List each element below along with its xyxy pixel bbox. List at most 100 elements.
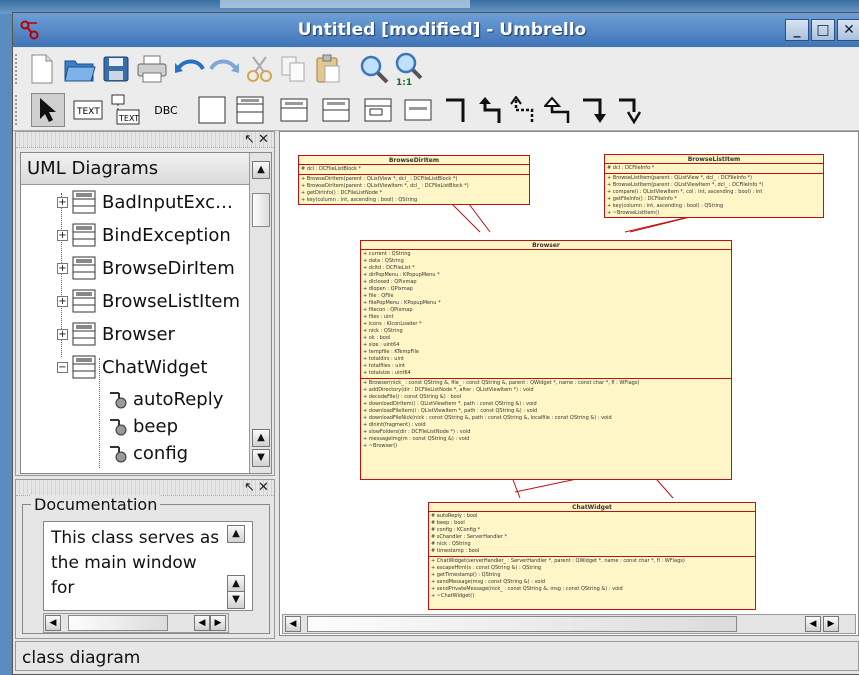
save-icon[interactable] (99, 52, 133, 86)
scroll-left-button[interactable]: ◀ (285, 616, 301, 632)
toolbar-handle[interactable] (15, 95, 21, 125)
documentation-legend: Documentation (31, 495, 161, 514)
tree-item-browser[interactable]: + Browser (57, 319, 175, 349)
text-tool-icon[interactable]: TEXT (71, 93, 105, 127)
canvas-horizontal-scrollbar[interactable]: ◀ ◀ ▶ (282, 614, 856, 634)
title-bar[interactable]: Untitled [modified] - Umbrello _ □ ✕ (13, 13, 859, 47)
print-icon[interactable] (135, 52, 169, 86)
scroll-left-button[interactable]: ◀ (45, 615, 61, 631)
scroll-thumb[interactable] (68, 615, 168, 631)
select-arrow-icon[interactable] (31, 93, 65, 127)
tree-item-label: BrowseListItem (102, 290, 240, 312)
close-button[interactable]: ✕ (837, 19, 859, 41)
diagram-canvas[interactable]: BrowseDirItem # dcl : DCFileListBlock * … (279, 131, 859, 636)
paste-icon[interactable] (311, 52, 345, 86)
uml-tree[interactable]: UML Diagrams + BadInputExc… + BindExcept… (20, 152, 272, 474)
tree-item-label: Browser (102, 323, 175, 345)
documentation-textarea[interactable]: This class serves as the main window for (43, 521, 253, 611)
uml-operations: + ChatWidget(serverHandler_ : ServerHand… (431, 558, 685, 599)
umbrello-window: Untitled [modified] - Umbrello _ □ ✕ 1:1… (12, 12, 859, 675)
scroll-right-button[interactable]: ▶ (823, 616, 839, 632)
panel-close-icon[interactable]: ✕ (258, 480, 269, 496)
datatype-tool-icon[interactable] (319, 93, 353, 127)
doc-horizontal-scrollbar[interactable]: ◀ ◀ ▶ (43, 613, 229, 633)
toolbar-handle[interactable] (15, 54, 21, 84)
tree-item-badinputexception[interactable]: + BadInputExc… (57, 187, 233, 217)
expand-icon[interactable]: + (57, 196, 68, 208)
redo-icon[interactable] (207, 52, 241, 86)
undock-icon[interactable]: ↖ (244, 480, 255, 496)
scroll-left-button[interactable]: ◀ (194, 615, 210, 631)
expand-icon[interactable]: + (57, 262, 68, 274)
new-icon[interactable] (25, 52, 59, 86)
uml-class-browser[interactable]: Browser + current : QString + data : QSt… (360, 240, 732, 480)
svg-text:1:1: 1:1 (396, 78, 412, 86)
scroll-down-button[interactable]: ▼ (227, 591, 245, 609)
tree-item-bindexception[interactable]: + BindException (57, 220, 231, 250)
expand-icon[interactable]: + (57, 229, 68, 241)
enum-tool-icon[interactable] (361, 93, 395, 127)
tree-item-label: ChatWidget (102, 356, 208, 378)
generalization-tool-icon[interactable] (541, 93, 575, 127)
tree-item-label: autoReply (133, 388, 224, 410)
zoom-in-icon[interactable] (357, 52, 391, 86)
tree-item-beep[interactable]: beep (107, 411, 178, 441)
scroll-up-button[interactable]: ▲ (252, 161, 270, 179)
class-tool-icon[interactable] (233, 93, 267, 127)
undock-icon[interactable]: ↖ (244, 132, 255, 148)
expand-icon[interactable]: + (57, 295, 68, 307)
tree-item-autoreply[interactable]: autoReply (107, 384, 223, 414)
scroll-up-button[interactable]: ▲ (252, 429, 270, 447)
tree-item-browsediritem[interactable]: + BrowseDirItem (57, 253, 235, 283)
association-tool-icon[interactable] (439, 93, 473, 127)
tree-item-browselistitem[interactable]: + BrowseListItem (57, 286, 240, 316)
tree-item-chatwidget[interactable]: − ChatWidget (57, 352, 207, 382)
uml-class-browselistitem[interactable]: BrowseListItem # dcl : DCFileInfo * + Br… (604, 154, 824, 218)
scroll-right-button[interactable]: ▶ (210, 615, 226, 631)
uml-class-browsediritem[interactable]: BrowseDirItem # dcl : DCFileListBlock * … (298, 155, 530, 205)
cut-icon[interactable] (243, 52, 277, 86)
entity-tool-icon[interactable] (401, 93, 435, 127)
maximize-button[interactable]: □ (811, 19, 835, 41)
tree-item-label: BadInputExc… (102, 191, 234, 213)
class-icon (72, 355, 96, 379)
minimize-button[interactable]: _ (785, 19, 809, 41)
documentation-text: This class serves as the main window for (51, 528, 220, 598)
tree-panel-header[interactable]: ↖ ✕ (16, 132, 274, 148)
tree-item-label: config (133, 442, 189, 464)
uml-class-name: Browser (361, 241, 731, 250)
class-icon (72, 223, 96, 247)
tree-item-config[interactable]: config (107, 438, 188, 468)
scroll-up-button[interactable]: ▲ (227, 525, 245, 543)
scroll-left-button[interactable]: ◀ (805, 616, 821, 632)
uml-attributes: # dcl : DCFileInfo * (605, 164, 823, 174)
attribute-icon (110, 419, 127, 436)
box-tool-icon[interactable] (195, 93, 229, 127)
directed-association-tool-icon[interactable] (473, 93, 507, 127)
composition-tool-icon[interactable] (613, 93, 647, 127)
desktop-panel-strip (220, 0, 470, 8)
tree-column-header[interactable]: UML Diagrams (21, 153, 249, 185)
copy-icon[interactable] (277, 52, 311, 86)
uml-operations: + BrowseListItem(parent : QListView *, d… (607, 175, 764, 216)
interface-tool-icon[interactable] (277, 93, 311, 127)
note-tool-icon[interactable]: TEXT (109, 93, 143, 127)
zoom-100-icon[interactable]: 1:1 (391, 52, 425, 86)
scroll-thumb[interactable] (252, 193, 270, 227)
dependency-tool-icon[interactable] (507, 93, 541, 127)
uml-operations: + BrowseDirItem(parent : QListView *, dc… (301, 176, 469, 203)
expand-icon[interactable]: + (57, 328, 68, 340)
svg-text:TEXT: TEXT (118, 114, 139, 123)
main-toolbar: 1:1 (13, 48, 859, 90)
tree-vertical-scrollbar[interactable]: ▲ ▲ ▼ (249, 153, 271, 473)
panel-close-icon[interactable]: ✕ (258, 132, 269, 148)
aggregation-tool-icon[interactable] (577, 93, 611, 127)
uml-class-chatwidget[interactable]: ChatWidget # autoReply : bool # beep : b… (428, 502, 756, 610)
scroll-thumb[interactable] (307, 616, 737, 632)
scroll-down-button[interactable]: ▼ (252, 449, 270, 467)
doc-panel-header[interactable]: ↖ ✕ (16, 480, 274, 496)
database-tool-icon[interactable]: DBC (149, 93, 183, 127)
open-icon[interactable] (63, 52, 97, 86)
collapse-icon[interactable]: − (57, 361, 68, 373)
undo-icon[interactable] (173, 52, 207, 86)
